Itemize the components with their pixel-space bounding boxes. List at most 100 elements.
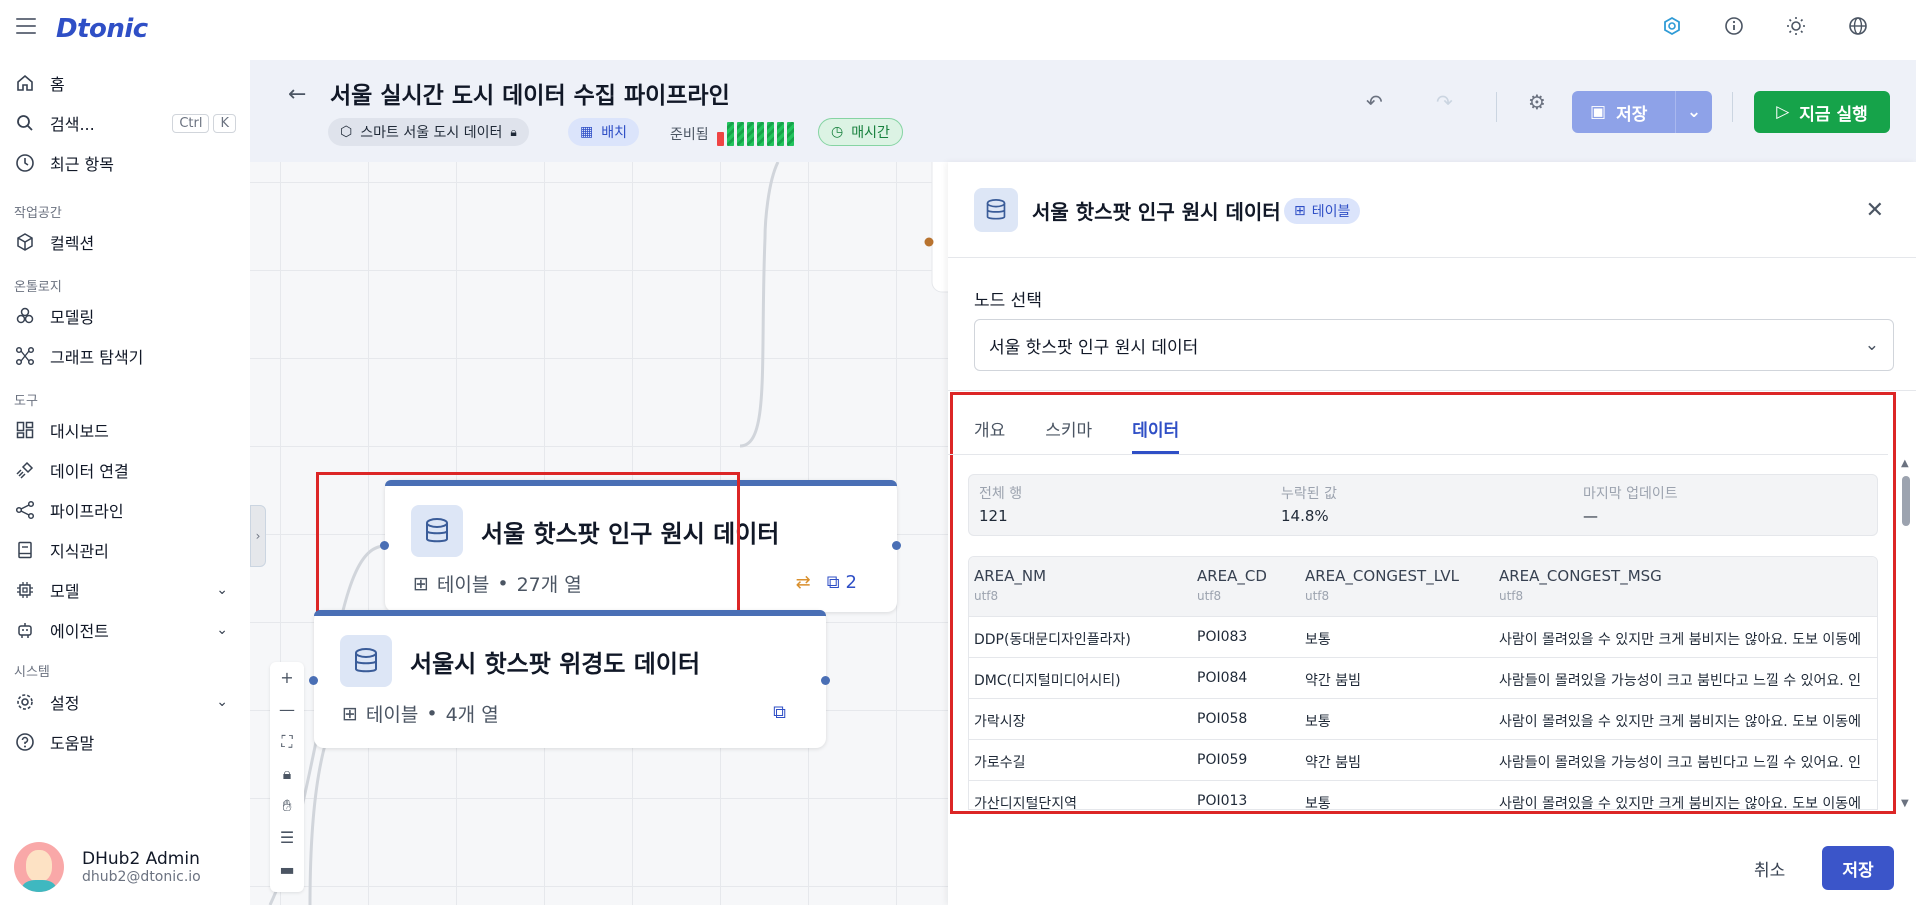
sidebar-item-help[interactable]: 도움말 <box>14 727 236 757</box>
sidebar-item-dashboard[interactable]: 대시보드 <box>14 415 236 445</box>
node-detail-panel: 서울 핫스팟 인구 원시 데이터 ⊞ 테이블 ✕ 노드 선택 서울 핫스팟 인구… <box>948 162 1916 905</box>
redo-icon[interactable]: ↷ <box>1436 90 1453 114</box>
table-row[interactable]: 가산디지털단지역 POI013 보통 사람이 몰려있을 수 있지만 크게 붐비지… <box>969 781 1877 809</box>
pipeline-node-hotspot-coords[interactable]: 서울시 핫스팟 위경도 데이터 ⊞ 테이블 • 4개 열 ⧉ <box>314 610 826 748</box>
settings-gear-icon[interactable]: ⚙ <box>1528 90 1546 114</box>
chevron-down-icon: ⌄ <box>1864 335 1879 355</box>
sidebar-item-settings[interactable]: 설정 ⌄ <box>14 687 236 717</box>
pipeline-canvas[interactable]: 서울 핫스팟 인구 원시 데이터 ⊞ 테이블 • 27개 열 ⇄ ⧉ 2 서울시… <box>250 162 948 905</box>
language-globe-icon[interactable] <box>1846 16 1870 40</box>
run-now-button[interactable]: ▷ 지금 실행 <box>1754 91 1890 133</box>
node-count: 2 <box>845 572 857 593</box>
close-icon[interactable]: ✕ <box>1866 198 1884 223</box>
panel-scrollbar[interactable]: ▲ ▼ <box>1900 458 1912 810</box>
sidebar-item-knowledge[interactable]: 지식관리 <box>14 535 236 565</box>
minimap-icon[interactable]: ▬ <box>270 854 304 886</box>
section-label-tools: 도구 <box>14 394 38 409</box>
table-row[interactable]: 가로수길 POI059 약간 붐빔 사람들이 몰려있을 가능성이 크고 붐빈다고… <box>969 740 1877 781</box>
node-select-dropdown[interactable]: 서울 핫스팟 인구 원시 데이터 ⌄ <box>974 319 1894 371</box>
database-icon <box>340 635 392 687</box>
zoom-in-icon[interactable]: + <box>270 662 304 694</box>
info-icon[interactable] <box>1722 16 1746 40</box>
app-logo[interactable]: Dtonic <box>56 14 148 44</box>
column-header[interactable]: AREA_CD utf8 <box>1197 567 1267 603</box>
sidebar-item-label: 도움말 <box>50 734 95 753</box>
sidebar-item-agent[interactable]: 에이전트 ⌄ <box>14 615 236 645</box>
plug-icon <box>14 459 36 481</box>
lock-icon[interactable]: 🔒︎ <box>270 758 304 790</box>
table-row[interactable]: DDP(동대문디자인플라자) POI083 보통 사람이 몰려있을 수 있지만 … <box>969 617 1877 658</box>
chevron-down-icon: ⌄ <box>216 622 228 638</box>
table-icon: ⊞ <box>342 702 358 725</box>
search-icon <box>14 112 36 134</box>
chevron-down-icon: ⌄ <box>216 694 228 710</box>
schedule-chip-label: 매시간 <box>851 125 890 141</box>
zoom-out-icon[interactable]: — <box>270 694 304 726</box>
badge-label: 테이블 <box>1311 204 1351 220</box>
sidebar-item-label: 에이전트 <box>50 622 109 641</box>
sidebar-item-label: 설정 <box>50 694 80 713</box>
table-row[interactable]: 가락시장 POI058 보통 사람이 몰려있을 수 있지만 크게 붐비지는 않아… <box>969 699 1877 740</box>
hand-pan-icon[interactable]: ✋︎ <box>270 790 304 822</box>
save-icon: ▣ <box>1590 102 1607 122</box>
back-arrow-icon[interactable]: ← <box>288 82 306 107</box>
user-profile[interactable]: DHub2 Admin dhub2@dtonic.io <box>14 842 201 892</box>
project-chip[interactable]: ⬡ 스마트 서울 도시 데이터 🔒︎ <box>328 118 529 146</box>
sidebar-item-model[interactable]: 모델 ⌄ <box>14 575 236 605</box>
expand-sidebar-chevron-icon[interactable]: › <box>250 505 266 567</box>
panel-save-button[interactable]: 저장 <box>1822 846 1894 890</box>
clock-icon <box>14 152 36 174</box>
menu-icon[interactable] <box>16 18 36 38</box>
lock-icon: 🔒︎ <box>510 124 517 139</box>
save-button[interactable]: ▣ 저장 ⌄ <box>1572 91 1712 133</box>
sidebar-item-pipeline[interactable]: 파이프라인 <box>14 495 236 525</box>
sidebar-item-label: 컬렉션 <box>50 234 95 253</box>
mode-chip[interactable]: ▦ 배치 <box>568 118 639 146</box>
tab-schema[interactable]: 스키마 <box>1045 402 1092 454</box>
fit-view-icon[interactable]: ⛶ <box>270 726 304 758</box>
tab-data[interactable]: 데이터 <box>1132 402 1179 454</box>
save-label: 저장 <box>1616 104 1648 125</box>
tab-overview[interactable]: 개요 <box>974 402 1005 454</box>
stat-last-update: 마지막 업데이트 — <box>1583 486 1678 525</box>
sidebar-item-data-connect[interactable]: 데이터 연결 <box>14 455 236 485</box>
sidebar-item-home[interactable]: 홈 <box>14 68 236 98</box>
sidebar-item-recent[interactable]: 최근 항목 <box>14 148 236 178</box>
data-table[interactable]: AREA_NM utf8 AREA_CD utf8 AREA_CONGEST_LVL… <box>968 556 1878 810</box>
run-history-bars[interactable] <box>716 122 797 146</box>
sidebar-item-collection[interactable]: 컬렉션 <box>14 227 236 257</box>
data-stats: 전체 행 121 누락된 값 14.8% 마지막 업데이트 — <box>968 474 1878 536</box>
sidebar-item-modeling[interactable]: 모델링 <box>14 301 236 331</box>
schedule-chip[interactable]: ◷ 매시간 <box>818 118 903 146</box>
avatar <box>14 842 64 892</box>
copy-icon[interactable]: ⧉ <box>773 702 786 723</box>
kbd-k: K <box>213 113 236 133</box>
table-row[interactable]: DMC(디지털미디어시티) POI084 약간 붐빔 사람들이 몰려있을 가능성… <box>969 658 1877 699</box>
highlight-box-node <box>316 472 740 618</box>
copy-icon[interactable]: ⧉ <box>827 572 840 593</box>
theme-toggle-icon[interactable] <box>1784 16 1808 40</box>
transform-icon[interactable]: ⇄ <box>796 572 811 593</box>
panel-tabs: 개요 스키마 데이터 <box>974 402 1219 454</box>
save-dropdown-chevron-icon[interactable]: ⌄ <box>1676 102 1712 122</box>
cancel-button[interactable]: 취소 <box>1754 856 1785 881</box>
help-icon <box>14 731 36 753</box>
column-header[interactable]: AREA_CONGEST_MSG utf8 <box>1499 567 1662 603</box>
sidebar-item-search[interactable]: 검색... Ctrl K <box>14 108 236 138</box>
canvas-toolbar: + — ⛶ 🔒︎ ✋︎ ☰ ▬ <box>270 662 304 892</box>
ai-assistant-icon[interactable] <box>1660 16 1684 40</box>
section-label-ontology: 온톨로지 <box>14 280 62 295</box>
undo-icon[interactable]: ↶ <box>1366 90 1383 114</box>
table-icon: ⊞ <box>1294 203 1306 219</box>
column-header[interactable]: AREA_NM utf8 <box>974 567 1046 603</box>
column-header[interactable]: AREA_CONGEST_LVL utf8 <box>1305 567 1459 603</box>
sidebar-item-label: 지식관리 <box>50 542 109 561</box>
graph-icon <box>14 345 36 367</box>
pipeline-icon <box>14 499 36 521</box>
status-ready: 준비됨 <box>670 122 797 146</box>
align-icon[interactable]: ☰ <box>270 822 304 854</box>
calendar-icon: ▦ <box>580 124 594 140</box>
sidebar-item-graph-explorer[interactable]: 그래프 탐색기 <box>14 341 236 371</box>
node-actions: ⧉ <box>773 702 786 723</box>
node-title: 서울시 핫스팟 위경도 데이터 <box>410 650 701 678</box>
